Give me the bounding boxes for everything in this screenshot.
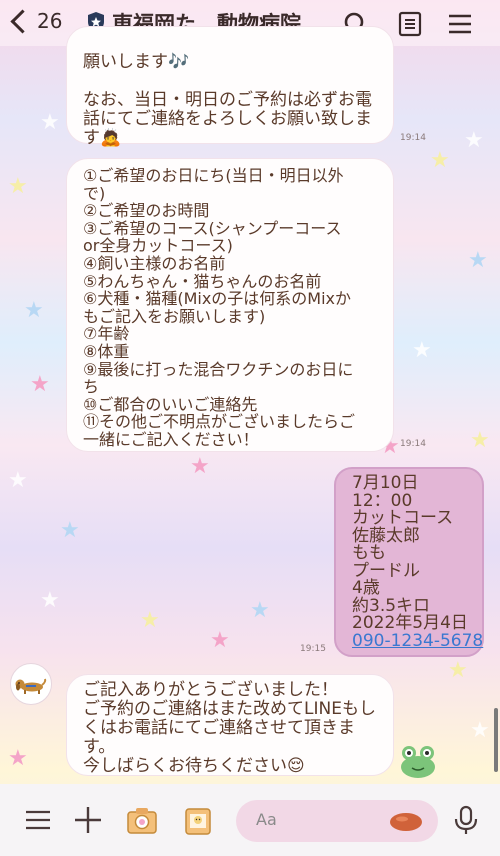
phone-link[interactable]: 090-1234-5678 <box>352 632 483 651</box>
message-line: 7月10日 <box>352 473 419 493</box>
message-text: ①ご希望のお日にち(当日・明日以外 で) ②ご希望のお時間 ③ご希望のコース(シ… <box>83 167 355 449</box>
message-line: ⑪その他ご不明点がございましたらご <box>83 412 356 432</box>
message-line: もも <box>352 543 386 563</box>
received-message-bubble[interactable]: ご記入ありがとうございました！ ご予約のご連絡はまた改めてLINEもし くはお電… <box>66 674 394 776</box>
star-decoration: ★ <box>250 598 270 623</box>
message-line: ②ご希望のお時間 <box>83 201 210 221</box>
star-decoration: ★ <box>8 174 28 199</box>
unread-count: 26 <box>37 9 63 33</box>
star-decoration: ★ <box>24 298 44 323</box>
message-text: ご記入ありがとうございました！ ご予約のご連絡はまた改めてLINEもし くはお電… <box>83 681 376 776</box>
microphone-icon[interactable] <box>450 804 482 836</box>
star-decoration: ★ <box>464 128 484 153</box>
message-line: ①ご希望のお日にち(当日・明日以外 <box>83 166 344 185</box>
star-decoration: ★ <box>448 658 468 683</box>
message-input[interactable]: Aa <box>236 800 438 842</box>
message-line: ⑦年齢 <box>83 324 130 344</box>
message-line <box>83 72 372 91</box>
message-line: もご記入をお願いします) <box>83 306 266 326</box>
scrollbar[interactable] <box>494 708 498 772</box>
frog-sticker-icon <box>401 746 435 778</box>
emoji-sticker-icon[interactable] <box>388 808 424 834</box>
star-decoration: ★ <box>210 628 230 653</box>
menu-icon[interactable] <box>22 804 54 836</box>
star-decoration: ★ <box>470 718 490 743</box>
input-bar: Aa <box>0 784 500 856</box>
message-line: で) <box>83 183 106 203</box>
input-placeholder: Aa <box>256 810 277 829</box>
camera-icon[interactable] <box>126 804 158 836</box>
message-line: ち <box>83 377 100 397</box>
message-line: 一緒にご記入ください！ <box>83 429 259 449</box>
star-decoration: ★ <box>470 428 490 453</box>
message-line: なお、当日・明日のご予約は必ずお電 <box>83 90 372 110</box>
message-timestamp: 19:14 <box>400 439 426 449</box>
message-line: ⑧体重 <box>83 341 130 361</box>
star-decoration: ★ <box>8 746 28 771</box>
message-line: カットコース <box>352 508 454 528</box>
star-decoration: ★ <box>468 248 488 273</box>
menu-icon[interactable] <box>446 10 474 38</box>
message-line: す🙇 <box>83 128 122 148</box>
message-line: or全身カットコース) <box>83 236 233 256</box>
message-line: ③ご希望のコース(シャンプーコース <box>83 218 342 238</box>
message-timestamp: 19:14 <box>400 133 426 143</box>
star-decoration: ★ <box>40 588 60 613</box>
plus-icon[interactable] <box>72 804 104 836</box>
message-line: 4歳 <box>352 578 380 598</box>
back-button[interactable]: 26 <box>10 8 63 34</box>
message-line: 願いします🎶 <box>83 52 190 72</box>
message-line: 今しばらくお待ちください😌 <box>83 756 305 776</box>
message-line: 2022年5月4日 <box>352 613 468 633</box>
message-line: す。 <box>83 737 116 757</box>
star-decoration: ★ <box>190 454 210 479</box>
message-line: 話にてご連絡をよろしくお願い致しま <box>83 109 372 129</box>
star-decoration: ★ <box>40 110 60 135</box>
message-text: 7月10日 12：00 カットコース 佐藤太郎 もも プードル 4歳 約3.5キ… <box>352 473 483 651</box>
star-decoration: ★ <box>140 608 160 633</box>
message-line: ⑤わんちゃん・猫ちゃんのお名前 <box>83 271 322 291</box>
star-decoration: ★ <box>30 372 50 397</box>
message-line: くはお電話にてご連絡させて頂きま <box>83 718 355 738</box>
dachshund-avatar-icon <box>15 678 47 694</box>
star-decoration: ★ <box>430 148 450 173</box>
message-text: 願いします🎶 なお、当日・明日のご予約は必ずお電 話にてご連絡をよろしくお願い致… <box>83 53 372 148</box>
message-line: ⑥犬種・猫種(Mixの子は何系のMixか <box>83 289 352 309</box>
star-decoration: ★ <box>412 338 432 363</box>
message-line: ご記入ありがとうございました！ <box>83 680 338 700</box>
message-line: ④飼い主様のお名前 <box>83 253 226 273</box>
message-line: ご予約のご連絡はまた改めてLINEもし <box>83 699 376 719</box>
photo-album-icon[interactable] <box>182 804 214 836</box>
star-decoration: ★ <box>8 468 28 493</box>
received-message-bubble[interactable]: ①ご希望のお日にち(当日・明日以外 で) ②ご希望のお時間 ③ご希望のコース(シ… <box>66 158 394 452</box>
avatar[interactable] <box>10 663 52 705</box>
message-line: ⑨最後に打った混合ワクチンのお日に <box>83 359 354 379</box>
message-timestamp: 19:15 <box>300 644 326 654</box>
message-line: ⑩ご都合のいいご連絡先 <box>83 394 258 414</box>
sent-message-bubble[interactable]: 7月10日 12：00 カットコース 佐藤太郎 もも プードル 4歳 約3.5キ… <box>334 467 484 657</box>
star-decoration: ★ <box>60 518 80 543</box>
notes-icon[interactable] <box>396 10 424 38</box>
chevron-left-icon <box>10 8 35 34</box>
received-message-bubble[interactable]: 願いします🎶 なお、当日・明日のご予約は必ずお電 話にてご連絡をよろしくお願い致… <box>66 26 394 148</box>
